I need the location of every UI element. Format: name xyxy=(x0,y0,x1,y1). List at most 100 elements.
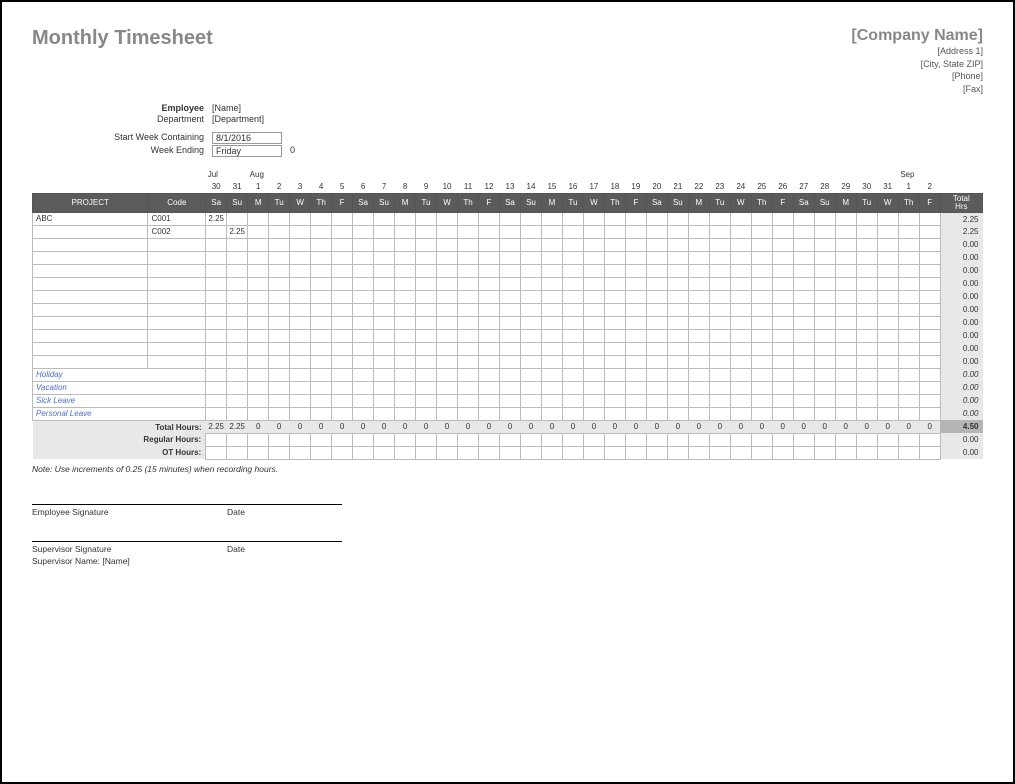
hour-cell[interactable] xyxy=(206,251,227,264)
hour-cell[interactable] xyxy=(437,238,458,251)
hour-cell[interactable] xyxy=(311,212,332,225)
hour-cell[interactable] xyxy=(646,407,667,420)
hour-cell[interactable] xyxy=(541,342,562,355)
hour-cell[interactable] xyxy=(877,407,898,420)
hour-cell[interactable] xyxy=(562,381,583,394)
hour-cell[interactable] xyxy=(479,225,500,238)
hour-cell[interactable] xyxy=(499,238,520,251)
hour-cell[interactable] xyxy=(227,238,248,251)
hour-cell[interactable] xyxy=(625,355,646,368)
hour-cell[interactable] xyxy=(520,316,541,329)
hour-cell[interactable] xyxy=(856,212,877,225)
hour-cell[interactable] xyxy=(416,238,437,251)
regular-cell[interactable] xyxy=(227,433,248,446)
hour-cell[interactable] xyxy=(898,251,919,264)
hour-cell[interactable] xyxy=(646,303,667,316)
regular-cell[interactable] xyxy=(353,433,374,446)
hour-cell[interactable] xyxy=(311,225,332,238)
hour-cell[interactable] xyxy=(541,264,562,277)
hour-cell[interactable] xyxy=(248,407,269,420)
hour-cell[interactable] xyxy=(877,381,898,394)
hour-cell[interactable] xyxy=(541,303,562,316)
hour-cell[interactable] xyxy=(814,238,835,251)
hour-cell[interactable] xyxy=(562,329,583,342)
employee-value[interactable]: [Name] xyxy=(212,103,282,113)
hour-cell[interactable] xyxy=(479,264,500,277)
hour-cell[interactable] xyxy=(583,238,604,251)
hour-cell[interactable] xyxy=(667,212,688,225)
hour-cell[interactable] xyxy=(793,303,814,316)
hour-cell[interactable] xyxy=(583,225,604,238)
hour-cell[interactable] xyxy=(227,290,248,303)
hour-cell[interactable] xyxy=(499,368,520,381)
hour-cell[interactable] xyxy=(919,381,940,394)
hour-cell[interactable] xyxy=(437,394,458,407)
ot-cell[interactable] xyxy=(604,446,625,459)
hour-cell[interactable] xyxy=(374,290,395,303)
hour-cell[interactable] xyxy=(604,264,625,277)
hour-cell[interactable] xyxy=(374,394,395,407)
code-cell[interactable] xyxy=(148,238,206,251)
hour-cell[interactable] xyxy=(751,225,772,238)
hour-cell[interactable] xyxy=(290,407,311,420)
hour-cell[interactable] xyxy=(520,381,541,394)
ot-cell[interactable] xyxy=(814,446,835,459)
hour-cell[interactable] xyxy=(520,212,541,225)
hour-cell[interactable] xyxy=(227,368,248,381)
hour-cell[interactable] xyxy=(499,342,520,355)
hour-cell[interactable] xyxy=(856,342,877,355)
hour-cell[interactable] xyxy=(541,277,562,290)
hour-cell[interactable] xyxy=(919,394,940,407)
hour-cell[interactable] xyxy=(458,407,479,420)
hour-cell[interactable] xyxy=(604,355,625,368)
hour-cell[interactable] xyxy=(898,381,919,394)
hour-cell[interactable] xyxy=(562,225,583,238)
hour-cell[interactable] xyxy=(667,394,688,407)
hour-cell[interactable] xyxy=(688,212,709,225)
hour-cell[interactable] xyxy=(206,303,227,316)
hour-cell[interactable] xyxy=(835,407,856,420)
hour-cell[interactable] xyxy=(227,342,248,355)
hour-cell[interactable] xyxy=(688,355,709,368)
hour-cell[interactable] xyxy=(311,251,332,264)
hour-cell[interactable] xyxy=(395,407,416,420)
hour-cell[interactable] xyxy=(437,381,458,394)
hour-cell[interactable] xyxy=(898,225,919,238)
hour-cell[interactable] xyxy=(625,394,646,407)
hour-cell[interactable] xyxy=(604,368,625,381)
hour-cell[interactable] xyxy=(709,342,730,355)
ot-cell[interactable] xyxy=(730,446,751,459)
hour-cell[interactable] xyxy=(877,225,898,238)
hour-cell[interactable] xyxy=(730,277,751,290)
ot-cell[interactable] xyxy=(856,446,877,459)
hour-cell[interactable] xyxy=(416,407,437,420)
hour-cell[interactable] xyxy=(227,212,248,225)
hour-cell[interactable] xyxy=(541,212,562,225)
hour-cell[interactable] xyxy=(856,407,877,420)
hour-cell[interactable] xyxy=(919,303,940,316)
code-cell[interactable] xyxy=(148,342,206,355)
ot-cell[interactable] xyxy=(437,446,458,459)
hour-cell[interactable] xyxy=(269,238,290,251)
hour-cell[interactable] xyxy=(583,407,604,420)
hour-cell[interactable] xyxy=(248,355,269,368)
hour-cell[interactable] xyxy=(479,342,500,355)
hour-cell[interactable] xyxy=(646,290,667,303)
hour-cell[interactable] xyxy=(877,368,898,381)
hour-cell[interactable] xyxy=(458,277,479,290)
hour-cell[interactable] xyxy=(688,329,709,342)
ot-cell[interactable] xyxy=(206,446,227,459)
hour-cell[interactable] xyxy=(353,316,374,329)
ot-cell[interactable] xyxy=(499,446,520,459)
hour-cell[interactable] xyxy=(499,212,520,225)
hour-cell[interactable] xyxy=(227,303,248,316)
hour-cell[interactable] xyxy=(793,342,814,355)
hour-cell[interactable] xyxy=(353,251,374,264)
hour-cell[interactable] xyxy=(688,290,709,303)
hour-cell[interactable] xyxy=(814,225,835,238)
hour-cell[interactable] xyxy=(730,251,751,264)
hour-cell[interactable] xyxy=(374,342,395,355)
hour-cell[interactable] xyxy=(499,355,520,368)
ot-cell[interactable] xyxy=(479,446,500,459)
project-cell[interactable] xyxy=(33,264,148,277)
